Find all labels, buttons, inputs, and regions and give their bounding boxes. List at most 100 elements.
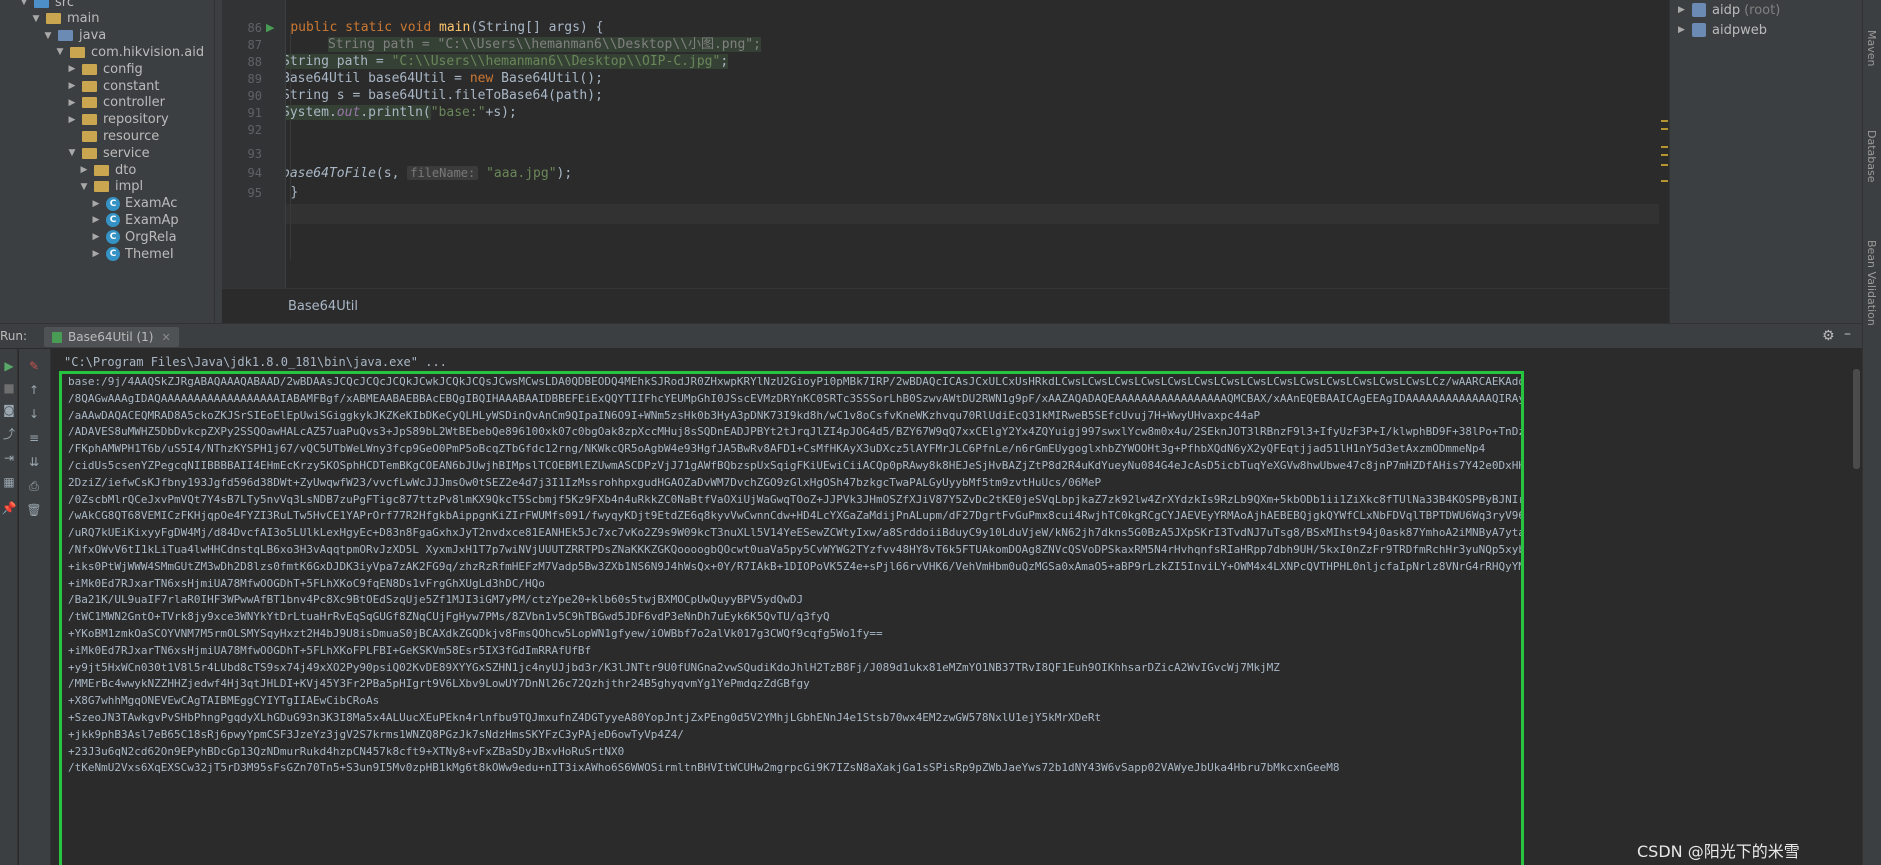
console-output-line[interactable]: +jkk9phB3Asl7eB65C18sRj6pwyYpmCSF3JzeYz3… [68, 727, 684, 743]
console-output-line[interactable]: /cidUs5csenYZPegcqNIIBBBBAII4EHmEcKrzy5K… [68, 458, 1521, 474]
line-number[interactable]: 91 [222, 106, 262, 120]
run-panel-title: Run: [0, 329, 28, 343]
console-output-line[interactable]: +SzeoJN3TAwkgvPvSHbPhngPgqdyXLhGDuG93n3K… [68, 710, 1101, 726]
chevron-right-icon[interactable]: ▶ [90, 249, 102, 259]
console-output-line[interactable]: base:/9j/4AAQSkZJRgABAQAAAQABAAD/2wBDAAs… [68, 374, 1521, 390]
line-number[interactable]: 86 [222, 21, 262, 35]
console-output-line[interactable]: /wAkCG8QT68VEMICzFKHjqpOe4FYZI3RuLTw5HvC… [68, 508, 1521, 524]
right-tab-maven[interactable]: Maven [1865, 30, 1878, 66]
print-icon[interactable]: ⎙ [25, 477, 43, 495]
console-output-line[interactable]: +YKoBM1zmkOaSCOYVNM7M5rmOLSMYSqyHxzt2H4b… [68, 626, 883, 642]
camera-icon[interactable]: ◙ [0, 401, 18, 419]
exit-icon[interactable]: ⇥ [0, 449, 18, 467]
csdn-watermark: CSDN @阳光下的米雪 [1637, 842, 1800, 861]
chevron-right-icon[interactable]: ▶ [90, 232, 102, 242]
right-tab-bean-validation[interactable]: Bean Validation [1865, 240, 1878, 326]
gear-icon[interactable]: ⚙ [1822, 328, 1835, 344]
line-number[interactable]: 95 [222, 186, 262, 200]
maven-project-aidpweb[interactable]: ▶ aidpweb [1678, 20, 1767, 40]
run-tab-base64util[interactable]: Base64Util (1) ✕ [44, 327, 179, 347]
trash-icon[interactable]: 🗑 [25, 501, 43, 519]
run-gutter-icon[interactable]: ▶ [266, 21, 274, 34]
chevron-down-icon[interactable]: ▼ [78, 182, 90, 192]
arrow-down-icon[interactable]: ↓ [25, 405, 43, 423]
code-line-95[interactable]: } [286, 183, 298, 203]
console-output-line[interactable]: +iks0PtWjWWW4SMmGUtZM3wDh2D8lzs0fmtK6GxD… [68, 559, 1521, 575]
line-number[interactable]: 87 [222, 38, 262, 52]
line-number[interactable]: 94 [222, 166, 262, 180]
console-output-line[interactable]: /tKeNmU2Vxs6XqEXSCw32jT5rD3M95sFsGZn70Tn… [68, 760, 1340, 776]
chevron-right-icon[interactable]: ▶ [66, 64, 78, 74]
right-tab-database[interactable]: Database [1865, 130, 1878, 183]
rerun-icon[interactable]: ▶ [0, 357, 18, 375]
chevron-right-icon[interactable]: ▶ [66, 81, 78, 91]
console-output-line[interactable]: /MMErBc4wwykNZZHHZjedwf4Hj3qtJHLDI+KVj45… [68, 676, 810, 692]
console-output-line[interactable]: /tWC1MWN2GntO+TVrk8jy9xce3WNYkYtDrLtuaHr… [68, 609, 830, 625]
layout-icon[interactable]: ▦ [0, 473, 18, 491]
run-toolbar-primary: ▶ ■ ◙ ⤴ ⇥ ▦ 📌 [0, 349, 18, 865]
warning-marker[interactable] [1661, 154, 1668, 156]
project-tree-panel[interactable]: ▼ src ▼ main ▼ java ▼ com.hikvision.aid ▶ config ▶… [0, 0, 222, 323]
chevron-right-icon[interactable]: ▶ [1678, 5, 1690, 15]
warning-marker[interactable] [1661, 164, 1668, 166]
console-output-line[interactable]: /Ba21K/UL9uaIF7rlaR0IHF3WPwwAfBT1bnv4Pc8… [68, 592, 803, 608]
console-output-line[interactable]: 2DziZ/iefwCsKJfbny193Jgfd596d38DWt+ZyUwq… [68, 475, 1101, 491]
line-number[interactable]: 89 [222, 72, 262, 86]
maven-project-aidp[interactable]: ▶ aidp (root) [1678, 0, 1780, 20]
console-scrollbar[interactable] [1851, 349, 1862, 865]
console-output-line[interactable]: /0ZscbMlrQCeJxvPmVQt7Y4sB7LTy5nvVq3LsNDB… [68, 492, 1521, 508]
project-tree-scrollbar[interactable] [214, 0, 222, 323]
console-output-line[interactable]: /8QAGwAAAgIDAQAAAAAAAAAAAAAAAAAAIABAMFBg… [68, 391, 1521, 407]
warning-marker[interactable] [1661, 120, 1668, 122]
line-number[interactable]: 88 [222, 55, 262, 69]
close-icon[interactable]: ✕ [161, 331, 170, 344]
console-output[interactable]: "C:\Program Files\Java\jdk1.8.0_181\bin\… [51, 349, 1862, 865]
stop-icon[interactable]: ■ [0, 379, 18, 397]
code-line-94[interactable]: base64ToFile(s, fileName: "aaa.jpg"); [286, 163, 572, 183]
console-output-line[interactable]: +iMk0Ed7RJxarTN6xsHjmiUA78MfwOOGDhT+5FLh… [68, 576, 545, 592]
chevron-right-icon[interactable]: ▶ [90, 215, 102, 225]
arrow-up-icon[interactable]: ↑ [25, 381, 43, 399]
folder-icon [58, 30, 73, 42]
restore-layout-icon[interactable]: ⤴ [0, 425, 18, 443]
tree-item-label: ExamAp [125, 212, 179, 228]
warning-marker[interactable] [1661, 128, 1668, 130]
console-output-line[interactable]: /uRQ7kUEiKixyyFgDW4Mj/d84DvcfAI3o5LUlkLe… [68, 525, 1521, 541]
code-line-92[interactable]: System.out.println("base:"+s); [286, 103, 517, 123]
chevron-down-icon[interactable]: ▼ [54, 47, 66, 57]
pen-icon[interactable]: ✎ [25, 357, 43, 375]
scroll-to-end-icon[interactable]: ⇊ [25, 453, 43, 471]
console-output-line[interactable]: +X8G7whhMgqONEVEwCAgTAIBMEggCYIYTgIIAEwC… [68, 693, 379, 709]
minimize-icon[interactable]: – [1844, 326, 1851, 342]
warning-marker[interactable] [1661, 180, 1668, 182]
console-scrollbar-thumb[interactable] [1853, 369, 1860, 469]
code-editor[interactable]: public static void main(String[] args) {… [286, 0, 1669, 288]
pin-icon[interactable]: 📌 [0, 499, 18, 517]
console-output-line[interactable]: +y9jt5HxWCn030t1V8l5r4LUbd8cTS9sx74j49xX… [68, 660, 1280, 676]
chevron-right-icon[interactable]: ▶ [66, 98, 78, 108]
error-stripe[interactable] [1659, 0, 1669, 288]
soft-wrap-icon[interactable]: ≡ [25, 429, 43, 447]
chevron-right-icon[interactable]: ▶ [78, 165, 90, 175]
editor-file-name[interactable]: Base64Util [288, 299, 358, 314]
chevron-right-icon[interactable]: ▶ [1678, 25, 1690, 35]
chevron-down-icon[interactable]: ▼ [18, 0, 30, 7]
line-number[interactable]: 93 [222, 147, 262, 161]
chevron-right-icon[interactable]: ▶ [90, 199, 102, 209]
chevron-down-icon[interactable]: ▼ [42, 31, 54, 41]
console-output-line[interactable]: /aAAwDAQACEQMRAD8A5ckoZKJSrSIEoElEpUwiSG… [68, 408, 1260, 424]
warning-marker[interactable] [1661, 146, 1668, 148]
chevron-right-icon[interactable]: ▶ [66, 115, 78, 125]
chevron-down-icon[interactable]: ▼ [66, 148, 78, 158]
line-number[interactable]: 92 [222, 123, 262, 137]
console-output-line[interactable]: /ADAVES8uMWHZ5DbDvkcpZXPy2SSQOawHALcAZ57… [68, 424, 1521, 440]
tree-item-themei[interactable]: ▶ C ThemeI [90, 244, 174, 264]
line-number[interactable]: 90 [222, 89, 262, 103]
console-output-line[interactable]: +23J3u6qN2cd62On9EPyhBDcGp13QzNDmurRukd4… [68, 744, 624, 760]
maven-panel[interactable]: ▶ aidp (root) ▶ aidpweb [1669, 0, 1862, 323]
console-output-line[interactable]: /FKphAMWPH1T6b/uS5I4/NThzKYSPH1j67/vQC5U… [68, 441, 1485, 457]
console-output-line[interactable]: +iMk0Ed7RJxarTN6xsHjmiUA78MfwOOGDhT+5FLh… [68, 643, 591, 659]
chevron-down-icon[interactable]: ▼ [30, 14, 42, 24]
console-output-line[interactable]: /NfxOWvV6tI1kLiTua4lwHHCdnstqLB6xo3H3vAq… [68, 542, 1521, 558]
folder-icon [34, 0, 49, 8]
